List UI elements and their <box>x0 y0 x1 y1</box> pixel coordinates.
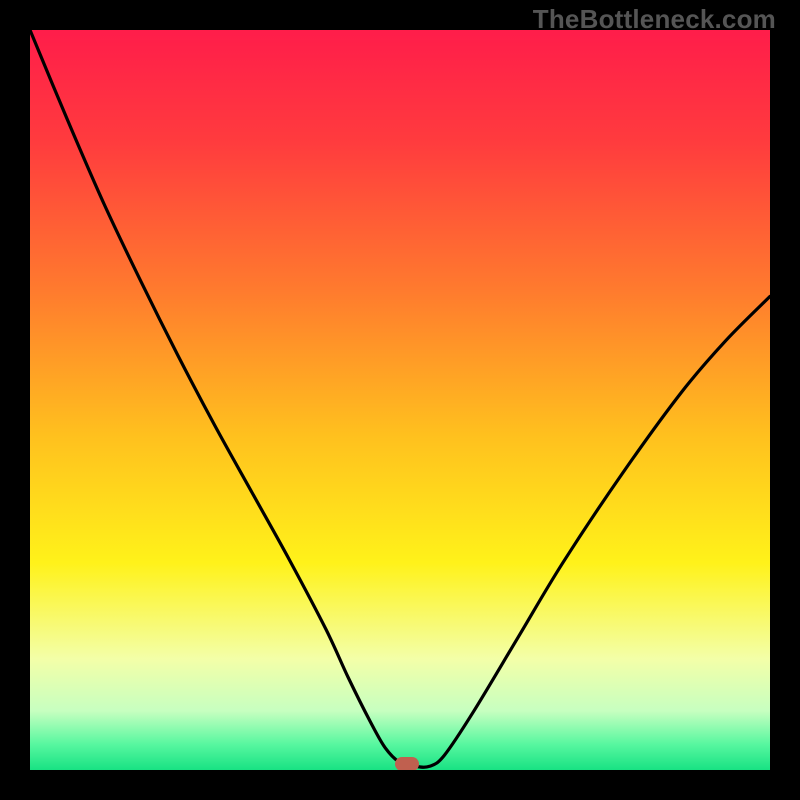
chart-frame: TheBottleneck.com <box>0 0 800 800</box>
bottleneck-curve <box>30 30 770 770</box>
plot-area <box>30 30 770 770</box>
optimal-marker <box>395 757 419 770</box>
attribution-label: TheBottleneck.com <box>533 4 776 35</box>
